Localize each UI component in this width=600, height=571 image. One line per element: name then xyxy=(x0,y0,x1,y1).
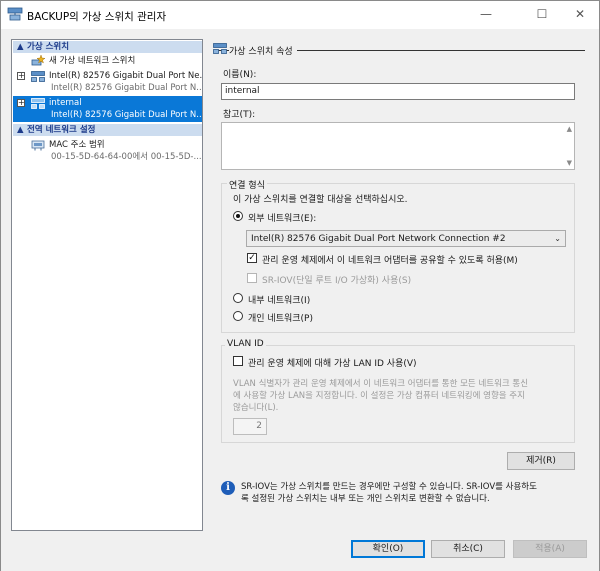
name-input[interactable]: internal xyxy=(221,83,575,100)
window-title: BACKUP의 가상 스위치 관리자 xyxy=(27,11,167,23)
internal-network-label[interactable]: 내부 네트워크(I) xyxy=(248,293,310,306)
tree-item-mac-range[interactable]: MAC 주소 범위 00-15-5D-64-64-00에서 00-15-5D-.… xyxy=(13,139,202,163)
tree-header-virtual-switches[interactable]: ▲ 가상 스위치 xyxy=(13,41,202,53)
notes-label: 참고(T): xyxy=(223,110,256,120)
allow-management-os-label[interactable]: 관리 운영 체제에서 이 네트워크 어댑터를 공유할 수 있도록 허용(M) xyxy=(262,253,518,266)
dialog-footer: 확인(O) 취소(C) 적용(A) xyxy=(1,533,599,571)
remove-button[interactable]: 제거(R) xyxy=(507,452,575,470)
vlan-description-line3: 않습니다(L). xyxy=(233,403,279,413)
scroll-down-icon[interactable]: ▼ xyxy=(567,159,572,167)
collapse-chevron-icon[interactable]: ▲ xyxy=(17,124,27,136)
collapse-chevron-icon[interactable]: ▲ xyxy=(17,41,27,53)
name-label: 이름(N): xyxy=(223,70,257,80)
network-switch-icon xyxy=(31,71,45,82)
adapter-dropdown-value: Intel(R) 82576 Gigabit Dual Port Network… xyxy=(251,234,506,244)
vlan-id-spinner: 2 xyxy=(233,418,267,435)
new-switch-icon xyxy=(31,55,45,66)
vlan-description-line2: 에 사용할 가상 LAN을 지정합니다. 이 설정은 가상 컴퓨터 네트워킹에 … xyxy=(233,391,525,401)
external-network-radio[interactable] xyxy=(233,211,243,221)
scroll-up-icon[interactable]: ▲ xyxy=(567,125,572,133)
tree-item-sublabel: Intel(R) 82576 Gigabit Dual Port N... xyxy=(51,83,203,93)
expand-icon[interactable]: + xyxy=(17,72,25,80)
internal-network-radio[interactable] xyxy=(233,293,243,303)
minimize-button[interactable]: — xyxy=(467,1,505,29)
tree-item-new-switch[interactable]: 새 가상 네트워크 스위치 xyxy=(13,55,202,67)
close-button[interactable]: ✕ xyxy=(561,1,599,29)
tree-item-label: internal xyxy=(49,98,82,108)
enable-vlan-checkbox[interactable] xyxy=(233,356,243,366)
chevron-down-icon: ⌄ xyxy=(554,234,561,243)
allow-management-os-checkbox[interactable]: ✓ xyxy=(247,253,257,263)
network-switch-icon xyxy=(31,98,45,109)
sriov-label: SR-IOV(단일 루트 I/O 가상화) 사용(S) xyxy=(262,276,412,286)
connection-type-description: 이 가상 스위치를 연결할 대상을 선택하십시오. xyxy=(233,195,408,205)
tree-item-label: 새 가상 네트워크 스위치 xyxy=(49,56,136,66)
tree-item-label: MAC 주소 범위 xyxy=(49,140,105,150)
notes-textarea[interactable]: ▲ ▼ xyxy=(221,122,575,170)
properties-pane: 가상 스위치 속성 이름(N): internal 참고(T): ▲ ▼ 연결 … xyxy=(211,39,589,531)
tree-header-label: 가상 스위치 xyxy=(27,42,70,52)
ok-button[interactable]: 확인(O) xyxy=(351,540,425,558)
network-adapter-icon xyxy=(31,140,45,151)
section-title: 가상 스위치 속성 xyxy=(229,44,297,57)
cancel-button[interactable]: 취소(C) xyxy=(431,540,505,558)
tree-item-switch-intel[interactable]: + Intel(R) 82576 Gigabit Dual Port Ne...… xyxy=(13,70,202,94)
external-network-label[interactable]: 외부 네트워크(E): xyxy=(248,211,316,224)
info-text-line1: SR-IOV는 가상 스위치를 만드는 경우에만 구성할 수 있습니다. SR-… xyxy=(241,482,537,492)
tree-item-switch-internal[interactable]: + internal Intel(R) 82576 Gigabit Dual P… xyxy=(13,96,202,122)
network-switch-icon xyxy=(213,43,227,54)
adapter-dropdown[interactable]: Intel(R) 82576 Gigabit Dual Port Network… xyxy=(246,230,566,247)
tree-item-label: Intel(R) 82576 Gigabit Dual Port Ne... xyxy=(49,71,203,81)
info-icon: i xyxy=(221,481,235,495)
vlan-title: VLAN ID xyxy=(225,339,266,349)
private-network-radio[interactable] xyxy=(233,311,243,321)
connection-type-title: 연결 형식 xyxy=(227,178,267,191)
info-text-line2: 록 설정된 가상 스위치는 내부 또는 개인 스위치로 변환할 수 없습니다. xyxy=(241,494,490,504)
title-bar[interactable]: BACKUP의 가상 스위치 관리자 — ☐ ✕ xyxy=(1,1,599,29)
enable-vlan-label[interactable]: 관리 운영 체제에 대해 가상 LAN ID 사용(V) xyxy=(248,356,417,369)
network-switch-icon xyxy=(7,7,23,21)
vlan-description-line1: VLAN 식별자가 관리 운영 체제에서 이 네트워크 어댑터를 통한 모든 네… xyxy=(233,379,529,389)
tree-header-global-network[interactable]: ▲ 전역 네트워크 설정 xyxy=(13,124,202,136)
apply-button: 적용(A) xyxy=(513,540,587,558)
tree-header-label: 전역 네트워크 설정 xyxy=(27,125,96,135)
switch-tree[interactable]: ▲ 가상 스위치 새 가상 네트워크 스위치 + Intel(R) 82576 G… xyxy=(11,39,203,531)
expand-icon[interactable]: + xyxy=(17,99,25,107)
sriov-checkbox xyxy=(247,273,257,283)
maximize-button[interactable]: ☐ xyxy=(523,1,561,29)
tree-item-sublabel: Intel(R) 82576 Gigabit Dual Port N... xyxy=(51,110,203,120)
private-network-label[interactable]: 개인 네트워크(P) xyxy=(248,311,313,324)
virtual-switch-manager-window: BACKUP의 가상 스위치 관리자 — ☐ ✕ ▲ 가상 스위치 새 가상 네트… xyxy=(0,0,600,571)
tree-item-sublabel: 00-15-5D-64-64-00에서 00-15-5D-... xyxy=(51,152,202,162)
